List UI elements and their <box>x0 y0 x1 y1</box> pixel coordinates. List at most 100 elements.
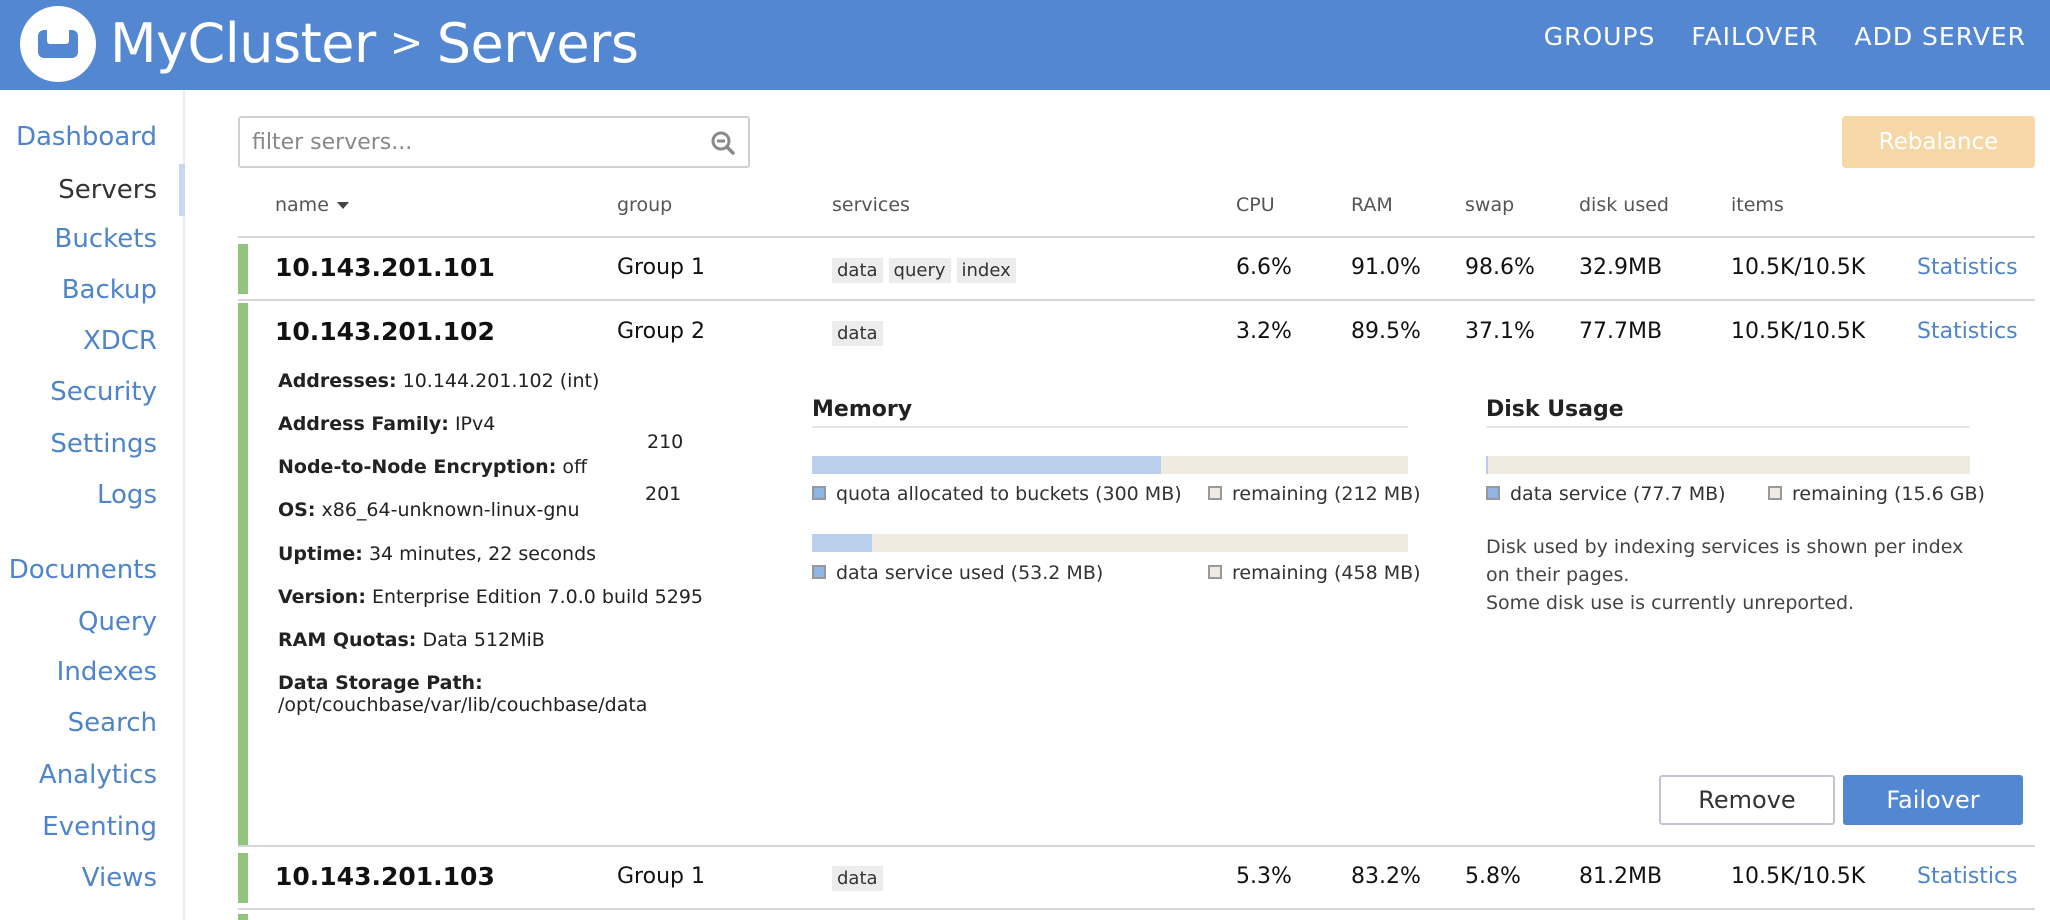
rebalance-button[interactable]: Rebalance <box>1842 116 2035 168</box>
sidebar-item-indexes[interactable]: Indexes <box>57 657 157 687</box>
column-header-name[interactable]: name <box>275 194 349 216</box>
sidebar-item-views[interactable]: Views <box>82 863 157 893</box>
swap-value: 37.1% <box>1465 319 1535 344</box>
server-row[interactable]: 10.143.201.101 Group 1 data query index 6.… <box>238 244 2035 296</box>
detail-value: IPv4 <box>454 413 496 435</box>
ram-value: 83.2% <box>1351 864 1421 889</box>
column-header-cpu[interactable]: CPU <box>1236 194 1275 216</box>
server-name[interactable]: 10.143.201.102 <box>275 317 495 346</box>
disk-usage-title: Disk Usage <box>1486 397 1624 422</box>
cpu-value: 5.3% <box>1236 864 1292 889</box>
detail-label: Addresses: <box>278 370 397 392</box>
failover-button[interactable]: Failover <box>1843 775 2023 825</box>
disk-usage-title-rule <box>1486 426 1970 428</box>
sidebar-item-search[interactable]: Search <box>68 708 157 738</box>
sidebar-item-dashboard[interactable]: Dashboard <box>16 122 157 152</box>
disk-note-line: Some disk use is currently unreported. <box>1486 592 1855 614</box>
memory-quota-bar <box>812 456 1408 474</box>
legend-label: remaining (212 MB) <box>1232 483 1421 505</box>
active-indicator <box>179 164 185 216</box>
detail-value: /opt/couchbase/var/lib/couchbase/data <box>278 694 648 716</box>
detail-value: Data 512MiB <box>422 629 545 651</box>
sidebar-item-eventing[interactable]: Eventing <box>42 812 157 842</box>
status-indicator <box>238 244 248 294</box>
add-server-link[interactable]: ADD SERVER <box>1855 22 2027 51</box>
detail-os: OS: x86_64-unknown-linux-gnu <box>278 499 580 521</box>
detail-version: Version: Enterprise Edition 7.0.0 build … <box>278 586 703 608</box>
sidebar-item-servers[interactable]: Servers <box>58 175 157 205</box>
breadcrumb-separator-icon: > <box>389 20 424 66</box>
status-indicator <box>238 303 248 845</box>
swap-value: 98.6% <box>1465 255 1535 280</box>
column-header-disk-used[interactable]: disk used <box>1579 194 1669 216</box>
detail-ram-quotas: RAM Quotas: Data 512MiB <box>278 629 545 651</box>
service-badge: data <box>832 321 883 346</box>
server-group: Group 1 <box>617 255 705 280</box>
memory-title: Memory <box>812 397 913 422</box>
disk-usage-note: Disk used by indexing services is shown … <box>1486 533 1986 617</box>
server-name[interactable]: 10.143.201.103 <box>275 862 495 891</box>
legend-data-service-used: data service used (53.2 MB) <box>812 562 1103 584</box>
server-row-partial <box>238 914 2035 920</box>
sidebar-item-buckets[interactable]: Buckets <box>55 224 157 254</box>
statistics-link[interactable]: Statistics <box>1917 319 2018 344</box>
page-title: Servers <box>436 11 639 75</box>
sidebar-item-logs[interactable]: Logs <box>97 480 157 510</box>
remaining-swatch-icon <box>1768 486 1782 500</box>
server-row[interactable]: 10.143.201.103 Group 1 data 5.3% 83.2% 5… <box>238 853 2035 905</box>
detail-value: 34 minutes, 22 seconds <box>368 543 597 565</box>
used-swatch-icon <box>1486 486 1500 500</box>
sidebar-item-query[interactable]: Query <box>78 607 157 637</box>
column-header-name-label: name <box>275 194 329 216</box>
breadcrumb-cluster[interactable]: MyCluster <box>110 12 376 75</box>
detail-label: Data Storage Path: <box>278 672 483 694</box>
sidebar-item-xdcr[interactable]: XDCR <box>83 326 157 356</box>
items-value: 10.5K/10.5K <box>1731 864 1866 889</box>
filter-servers-field <box>238 116 750 168</box>
sidebar-item-security[interactable]: Security <box>50 377 157 407</box>
detail-addresses: Addresses: 10.144.201.102 (int) <box>278 370 599 392</box>
detail-address-family: Address Family: IPv4 <box>278 413 495 435</box>
sidebar-item-backup[interactable]: Backup <box>62 275 157 305</box>
sidebar-item-documents[interactable]: Documents <box>9 555 157 585</box>
service-badge: query <box>888 258 951 283</box>
sidebar-item-analytics[interactable]: Analytics <box>39 760 157 790</box>
services-list: data <box>832 865 889 891</box>
items-value: 10.5K/10.5K <box>1731 255 1866 280</box>
disk-usage-bar <box>1486 456 1970 474</box>
services-list: data <box>832 320 889 346</box>
items-value: 10.5K/10.5K <box>1731 319 1866 344</box>
server-group: Group 2 <box>617 319 705 344</box>
detail-label: RAM Quotas: <box>278 629 417 651</box>
status-indicator <box>238 914 248 920</box>
legend-label: remaining (15.6 GB) <box>1792 483 1985 505</box>
disk-note-line: Disk used by indexing services is shown … <box>1486 536 1964 586</box>
divider <box>238 299 2035 301</box>
statistics-link[interactable]: Statistics <box>1917 255 2018 280</box>
memory-quota-bar-fill <box>812 456 1162 474</box>
filter-servers-input[interactable] <box>240 118 700 166</box>
column-header-services[interactable]: services <box>832 194 910 216</box>
remove-button[interactable]: Remove <box>1659 775 1835 825</box>
groups-link[interactable]: GROUPS <box>1544 22 1656 51</box>
memory-data-service-bar <box>812 534 1408 552</box>
couchbase-logo-icon[interactable] <box>20 6 96 82</box>
legend-label: remaining (458 MB) <box>1232 562 1421 584</box>
column-header-ram[interactable]: RAM <box>1351 194 1393 216</box>
divider <box>238 845 2035 847</box>
detail-storage-path: Data Storage Path:/opt/couchbase/var/lib… <box>278 672 647 716</box>
column-header-group[interactable]: group <box>617 194 672 216</box>
search-icon[interactable] <box>710 130 736 156</box>
remaining-swatch-icon <box>1208 486 1222 500</box>
column-header-swap[interactable]: swap <box>1465 194 1514 216</box>
detail-label: OS: <box>278 499 316 521</box>
used-swatch-icon <box>812 565 826 579</box>
status-indicator <box>238 853 248 903</box>
failover-link[interactable]: FAILOVER <box>1691 22 1818 51</box>
legend-disk-data-service: data service (77.7 MB) <box>1486 483 1726 505</box>
server-name[interactable]: 10.143.201.101 <box>275 253 495 282</box>
statistics-link[interactable]: Statistics <box>1917 864 2018 889</box>
sidebar-item-settings[interactable]: Settings <box>50 429 157 459</box>
column-header-items[interactable]: items <box>1731 194 1784 216</box>
stray-number: 201 <box>645 483 682 505</box>
